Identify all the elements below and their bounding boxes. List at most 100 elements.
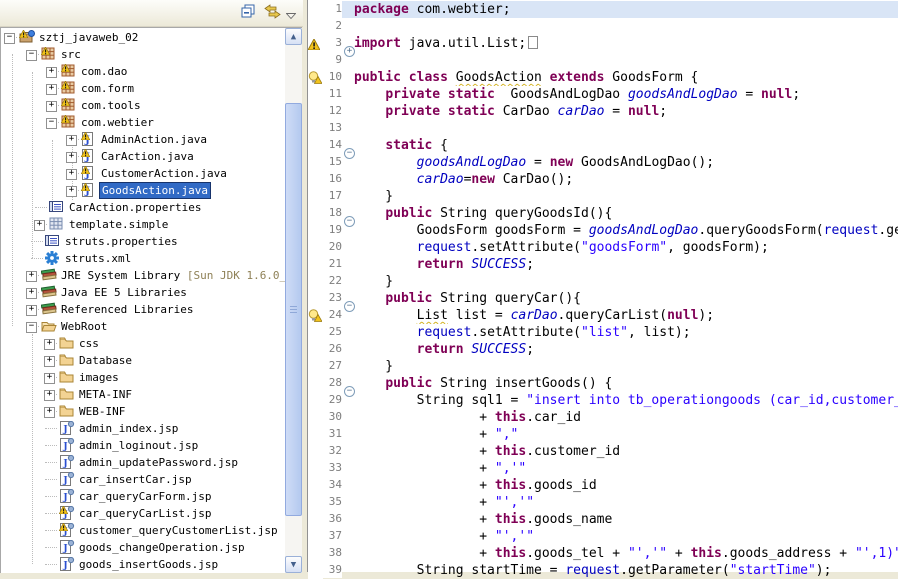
tree-item-struts-properties[interactable]: struts.properties (1, 233, 286, 250)
code-line-36[interactable]: 36 + this.goods_name (308, 511, 898, 528)
tree-item-jre-system-library[interactable]: + JRE System Library [Sun JDK 1.6.0_13] (1, 267, 286, 284)
tree-item-label[interactable]: css (77, 336, 101, 351)
code-text[interactable]: return SUCCESS; (354, 256, 898, 273)
code-text[interactable]: String sql1 = "insert into tb_operationg… (354, 392, 898, 409)
code-text[interactable]: + "," (354, 426, 898, 443)
code-text[interactable]: String startTime = request.getParameter(… (354, 562, 898, 579)
tree-item-com-form[interactable]: + com.form (1, 80, 286, 97)
expand-icon[interactable]: + (44, 407, 55, 418)
java-editor[interactable]: 1 package com.webtier; 2 3 + import java.util… (307, 0, 898, 579)
tree-item-label[interactable]: goods_insertGoods.jsp (77, 557, 220, 572)
tree-item-car-querycarform-jsp[interactable]: Jcar_queryCarForm.jsp (1, 488, 286, 505)
bulb-marker-icon[interactable] (308, 307, 323, 324)
tree-item-template-simple[interactable]: + template.simple (1, 216, 286, 233)
tree-item-label[interactable]: admin_index.jsp (77, 421, 180, 436)
code-line-33[interactable]: 33 + ",'" (308, 460, 898, 477)
expand-icon[interactable]: + (46, 67, 57, 78)
scroll-up-button[interactable]: ▲ (285, 28, 302, 45)
code-line-27[interactable]: 27 } (308, 358, 898, 375)
tree-item-sztj-javaweb-02[interactable]: − sztj_javaweb_02 (1, 29, 286, 46)
code-text[interactable]: import java.util.List; (354, 35, 898, 52)
code-line-22[interactable]: 22 } (308, 273, 898, 290)
warning-marker-icon[interactable] (307, 35, 323, 52)
code-text[interactable] (354, 120, 898, 137)
code-line-20[interactable]: 20 request.setAttribute("goodsForm", goo… (308, 239, 898, 256)
tree-item-referenced-libraries[interactable]: + Referenced Libraries (1, 301, 286, 318)
tree-item-label[interactable]: car_queryCarForm.jsp (77, 489, 213, 504)
tree-item-label[interactable]: com.form (79, 81, 136, 96)
tree-item-com-webtier[interactable]: − com.webtier (1, 114, 286, 131)
code-text[interactable]: + "','" (354, 494, 898, 511)
code-line-25[interactable]: 25 request.setAttribute("list", list); (308, 324, 898, 341)
tree-item-database[interactable]: + Database (1, 352, 286, 369)
tree-item-label[interactable]: images (77, 370, 121, 385)
tree-item-web-inf[interactable]: + WEB-INF (1, 403, 286, 420)
code-line-34[interactable]: 34 + this.goods_id (308, 477, 898, 494)
expand-icon[interactable]: + (66, 169, 77, 180)
code-text[interactable]: static { (354, 137, 898, 154)
tree-item-label[interactable]: car_queryCarList.jsp (77, 506, 213, 521)
expand-icon[interactable]: + (44, 356, 55, 367)
collapse-icon[interactable]: − (46, 118, 57, 129)
collapse-icon[interactable]: − (4, 33, 15, 44)
tree-item-goodsaction-java[interactable]: + J GoodsAction.java (1, 182, 286, 199)
tree-item-customeraction-java[interactable]: + J CustomerAction.java (1, 165, 286, 182)
tree-item-goods-insertgoods-jsp[interactable]: Jgoods_insertGoods.jsp (1, 556, 286, 573)
code-line-29[interactable]: 29 String sql1 = "insert into tb_operati… (308, 392, 898, 409)
code-line-21[interactable]: 21 return SUCCESS; (308, 256, 898, 273)
view-menu-button[interactable] (283, 3, 299, 23)
scroll-down-button[interactable]: ▼ (285, 556, 302, 573)
code-text[interactable]: + ",'" (354, 460, 898, 477)
expand-icon[interactable]: + (46, 84, 57, 95)
code-text[interactable]: request.setAttribute("list", list); (354, 324, 898, 341)
tree-item-label[interactable]: WebRoot (59, 319, 109, 334)
expand-icon[interactable]: + (26, 288, 37, 299)
link-with-editor-button[interactable] (261, 3, 283, 23)
tree-item-goods-changeoperation-jsp[interactable]: Jgoods_changeOperation.jsp (1, 539, 286, 556)
code-line-35[interactable]: 35 + "','" (308, 494, 898, 511)
tree-item-label[interactable]: sztj_javaweb_02 (37, 30, 140, 45)
tree-item-label[interactable]: CarAction.java (99, 149, 196, 164)
tree-item-label[interactable]: struts.properties (63, 234, 180, 249)
tree-item-webroot[interactable]: − WebRoot (1, 318, 286, 335)
tree-item-label[interactable]: CustomerAction.java (99, 166, 229, 181)
code-text[interactable]: public String queryCar(){ (354, 290, 898, 307)
tree-item-label[interactable]: goods_changeOperation.jsp (77, 540, 247, 555)
code-line-24[interactable]: 24 List list = carDao.queryCarList(null)… (308, 307, 898, 324)
tree-item-caraction-properties[interactable]: CarAction.properties (1, 199, 286, 216)
collapse-icon[interactable]: − (26, 322, 37, 333)
tree-item-label[interactable]: com.dao (79, 64, 129, 79)
code-line-32[interactable]: 32 + this.customer_id (308, 443, 898, 460)
code-text[interactable]: private static GoodsAndLogDao goodsAndLo… (354, 86, 898, 103)
tree-item-label[interactable]: car_insertCar.jsp (77, 472, 194, 487)
tree-item-label[interactable]: Referenced Libraries (59, 302, 195, 317)
code-text[interactable]: carDao=new CarDao(); (354, 171, 898, 188)
tree-item-customer-querycustomerlist-jsp[interactable]: Jcustomer_queryCustomerList.jsp (1, 522, 286, 539)
expand-icon[interactable]: + (66, 152, 77, 163)
tree-item-label[interactable]: Database (77, 353, 134, 368)
code-line-9[interactable]: 9 (308, 52, 898, 69)
tree-item-src[interactable]: − src (1, 46, 286, 63)
tree-item-label[interactable]: META-INF (77, 387, 134, 402)
code-text[interactable]: + this.goods_id (354, 477, 898, 494)
code-text[interactable]: package com.webtier; (354, 1, 898, 18)
code-line-38[interactable]: 38 + this.goods_tel + "','" + this.goods… (308, 545, 898, 562)
code-text[interactable]: } (354, 273, 898, 290)
expand-icon[interactable]: + (34, 220, 45, 231)
expand-icon[interactable]: + (44, 339, 55, 350)
code-text[interactable]: + this.car_id (354, 409, 898, 426)
tree-item-admin-index-jsp[interactable]: Jadmin_index.jsp (1, 420, 286, 437)
tree-item-label[interactable]: admin_loginout.jsp (77, 438, 200, 453)
code-line-28[interactable]: 28− public String insertGoods() { (308, 375, 898, 397)
tree-item-label[interactable]: struts.xml (63, 251, 133, 266)
code-line-2[interactable]: 2 (308, 18, 898, 35)
tree-item-label[interactable]: customer_queryCustomerList.jsp (77, 523, 280, 538)
bulb-marker-icon[interactable] (308, 69, 323, 86)
scrollbar-thumb[interactable] (285, 103, 302, 516)
tree-item-label[interactable]: template.simple (67, 217, 170, 232)
code-line-10[interactable]: 10 public class GoodsAction extends Goods… (308, 69, 898, 86)
expand-icon[interactable]: + (26, 305, 37, 316)
code-text[interactable]: public String queryGoodsId(){ (354, 205, 898, 222)
expand-icon[interactable]: + (66, 135, 77, 146)
code-text[interactable]: goodsAndLogDao = new GoodsAndLogDao(); (354, 154, 898, 171)
